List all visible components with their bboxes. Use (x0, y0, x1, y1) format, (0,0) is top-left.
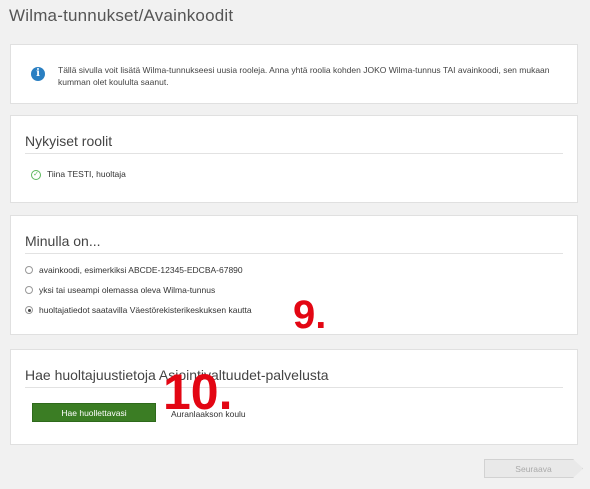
radio-button-selected[interactable] (25, 306, 33, 314)
current-roles-panel: Nykyiset roolit ✓ Tiina TESTI, huoltaja (10, 115, 578, 203)
section-divider (25, 153, 563, 154)
option-label: yksi tai useampi olemassa oleva Wilma-tu… (39, 285, 216, 295)
info-panel: i Tällä sivulla voit lisätä Wilma-tunnuk… (10, 44, 578, 104)
option-wilma-tunnus[interactable]: yksi tai useampi olemassa oleva Wilma-tu… (25, 285, 215, 295)
check-circle-icon: ✓ (31, 169, 41, 180)
next-button[interactable]: Seuraava (484, 459, 583, 478)
role-item: ✓ Tiina TESTI, huoltaja (31, 169, 126, 180)
section-divider (25, 387, 563, 388)
page-title: Wilma-tunnukset/Avainkoodit (9, 6, 234, 25)
step-10-annotation: 10. (163, 364, 233, 420)
option-label: avainkoodi, esimerkiksi ABCDE-12345-EDCB… (39, 265, 243, 275)
info-text: Tällä sivulla voit lisätä Wilma-tunnukse… (58, 65, 550, 87)
role-item-label: Tiina TESTI, huoltaja (47, 169, 126, 179)
radio-button[interactable] (25, 286, 33, 294)
current-roles-title: Nykyiset roolit (25, 133, 113, 149)
option-avainkoodi[interactable]: avainkoodi, esimerkiksi ABCDE-12345-EDCB… (25, 265, 243, 275)
step-9-annotation: 9. (293, 293, 327, 337)
info-icon: i (31, 67, 45, 81)
choice-title: Minulla on... (25, 233, 101, 249)
radio-button[interactable] (25, 266, 33, 274)
guardianship-fetch-panel: Hae huoltajuustietoja Asiointivaltuudet-… (10, 349, 578, 445)
option-label: huoltajatiedot saatavilla Väestörekister… (39, 305, 252, 315)
fetch-dependents-button[interactable]: Hae huollettavasi (32, 403, 156, 422)
option-huoltajatiedot[interactable]: huoltajatiedot saatavilla Väestörekister… (25, 305, 252, 315)
section-divider (25, 253, 563, 254)
